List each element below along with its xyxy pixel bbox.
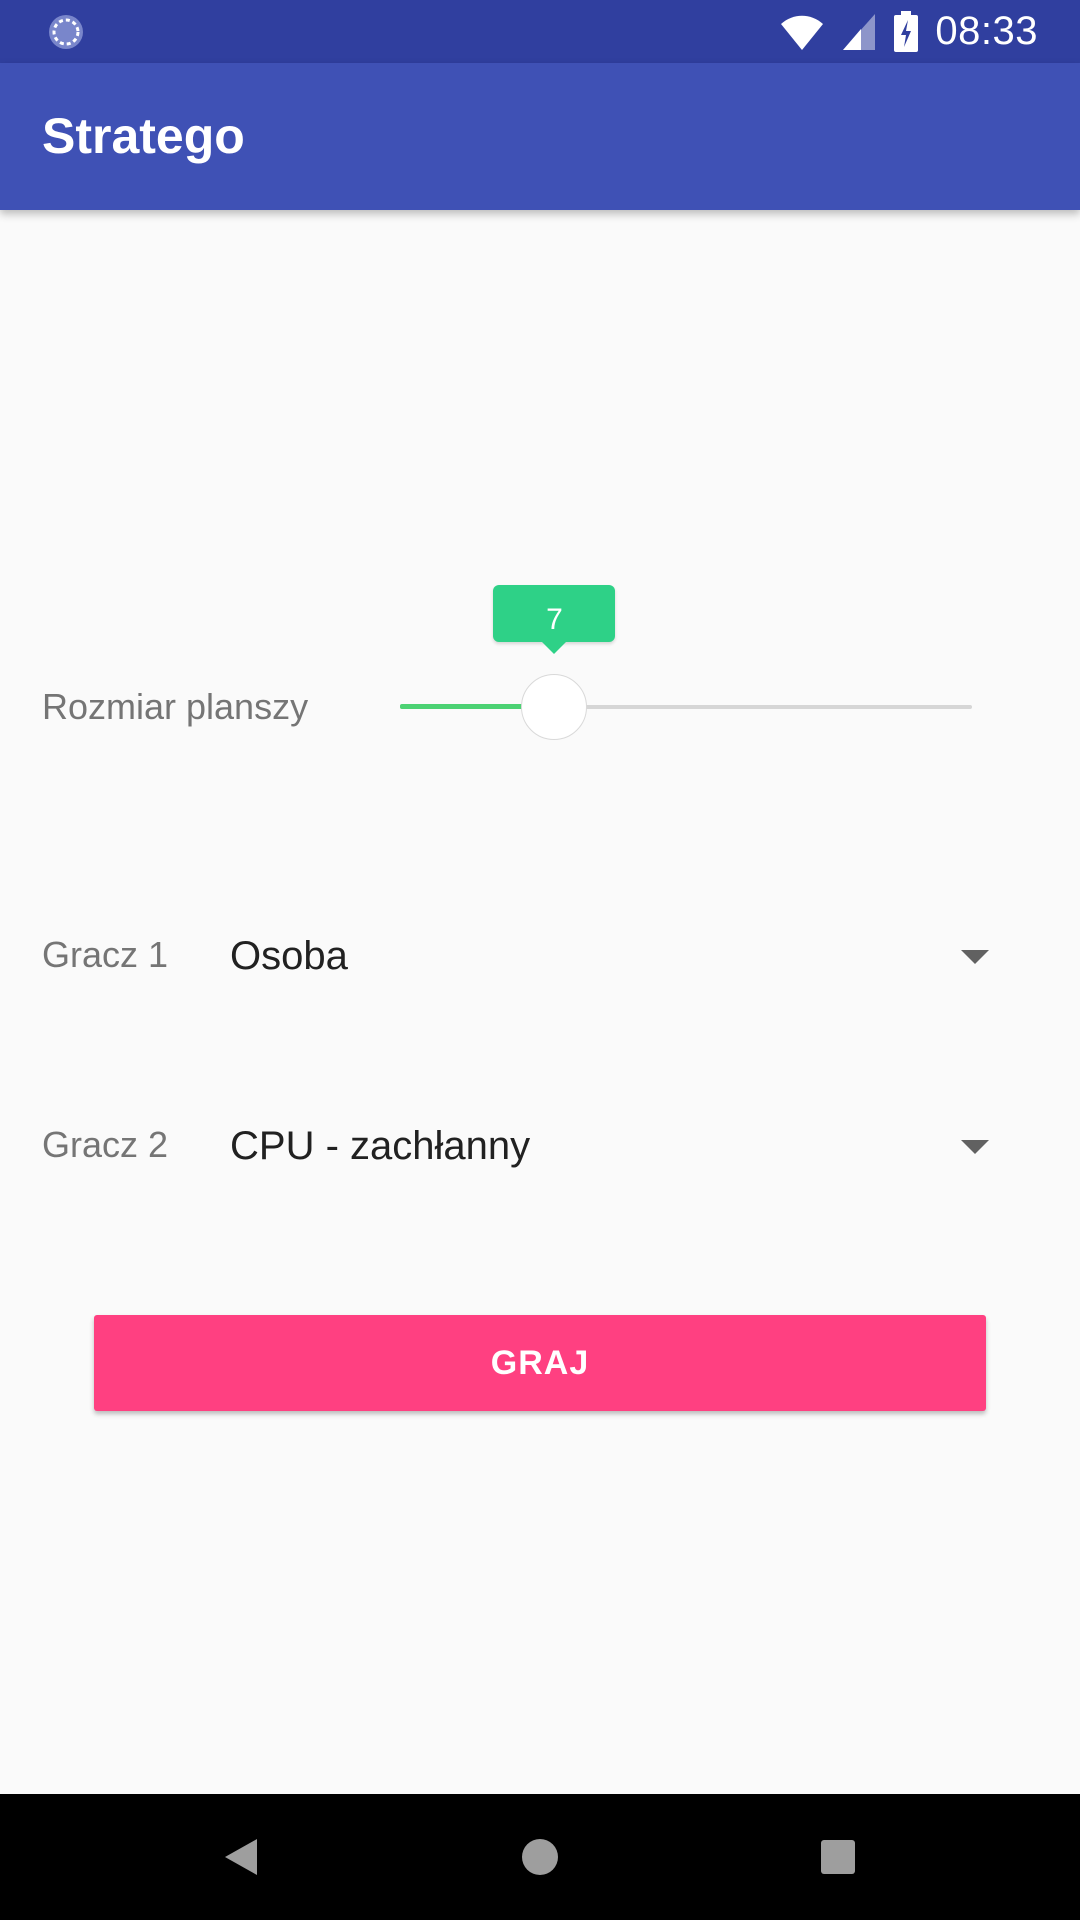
player2-selected: CPU - zachłanny [230, 1124, 531, 1168]
dropdown-arrow-icon [961, 1140, 989, 1154]
navigation-bar [0, 1794, 1080, 1920]
screen: 08:33 Stratego Rozmiar planszy 7 Gracz 1… [0, 0, 1080, 1920]
player1-selected: Osoba [230, 934, 348, 978]
cell-signal-icon [843, 13, 876, 50]
app-bar: Stratego [0, 63, 1080, 210]
board-size-label: Rozmiar planszy [42, 686, 309, 727]
status-bar: 08:33 [0, 0, 1080, 63]
player1-label: Gracz 1 [42, 934, 169, 975]
play-button[interactable]: GRAJ [94, 1315, 986, 1411]
dropdown-arrow-icon [961, 950, 989, 964]
app-title: Stratego [42, 108, 245, 164]
status-icons: 08:33 [779, 0, 1038, 63]
sync-icon [49, 15, 83, 49]
back-icon[interactable] [211, 1827, 271, 1887]
status-time: 08:33 [935, 9, 1038, 53]
slider-thumb[interactable] [521, 674, 588, 740]
player1-spinner[interactable]: Osoba [230, 916, 1000, 996]
home-icon[interactable] [510, 1827, 570, 1887]
wifi-icon [781, 15, 824, 50]
recents-icon[interactable] [808, 1827, 868, 1887]
slider-value-bubble: 7 [493, 585, 616, 642]
player2-spinner[interactable]: CPU - zachłanny [230, 1106, 1000, 1186]
slider-bubble-arrow [540, 640, 569, 654]
player2-label: Gracz 2 [42, 1124, 169, 1165]
battery-charging-icon [894, 10, 919, 52]
